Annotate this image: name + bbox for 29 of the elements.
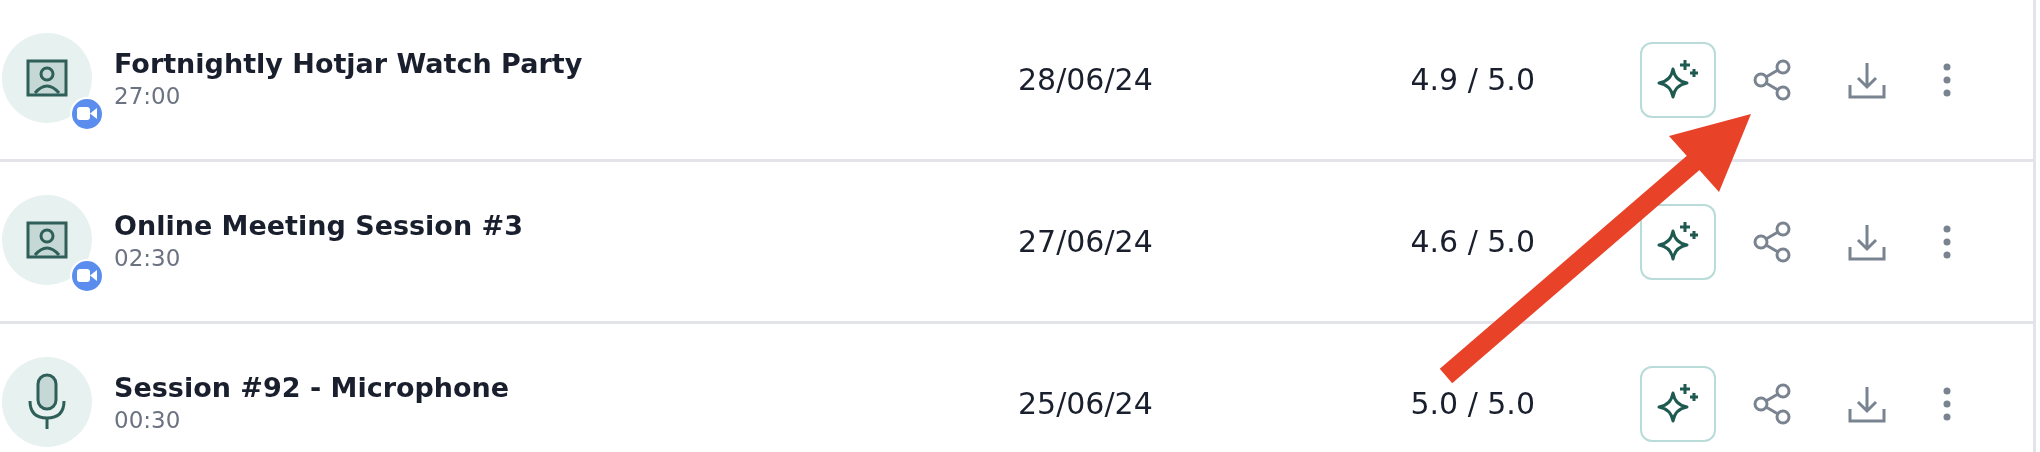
share-icon [1753, 382, 1791, 425]
recording-date: 25/06/24 [1018, 385, 1154, 423]
microphone-icon [27, 372, 67, 431]
video-camera-icon [77, 107, 97, 120]
more-icon [1943, 386, 1951, 421]
more-icon [1943, 224, 1951, 259]
download-icon [1848, 60, 1886, 99]
recording-title[interactable]: Session #92 - Microphone [114, 370, 1018, 405]
download-icon [1848, 384, 1886, 423]
recording-score: 4.6 / 5.0 [1409, 223, 1535, 261]
ai-summary-button[interactable] [1640, 203, 1716, 280]
recording-title[interactable]: Fortnightly Hotjar Watch Party [114, 46, 1018, 81]
portrait-icon [26, 58, 68, 97]
more-icon [1943, 62, 1951, 97]
portrait-icon [26, 220, 68, 259]
ai-summary-button[interactable] [1640, 365, 1716, 442]
recording-score: 5.0 / 5.0 [1409, 385, 1535, 423]
recording-date: 28/06/24 [1018, 61, 1154, 99]
recording-duration: 00:30 [114, 406, 182, 436]
recording-date: 27/06/24 [1018, 223, 1154, 261]
recording-duration: 27:00 [114, 82, 182, 112]
recording-duration: 02:30 [114, 244, 182, 274]
share-icon [1753, 220, 1791, 263]
recording-score: 4.9 / 5.0 [1409, 61, 1535, 99]
download-icon [1848, 222, 1886, 261]
recording-title[interactable]: Online Meeting Session #3 [114, 208, 1018, 243]
video-camera-icon [77, 269, 97, 282]
ai-summary-button[interactable] [1640, 41, 1716, 118]
share-icon [1753, 58, 1791, 101]
